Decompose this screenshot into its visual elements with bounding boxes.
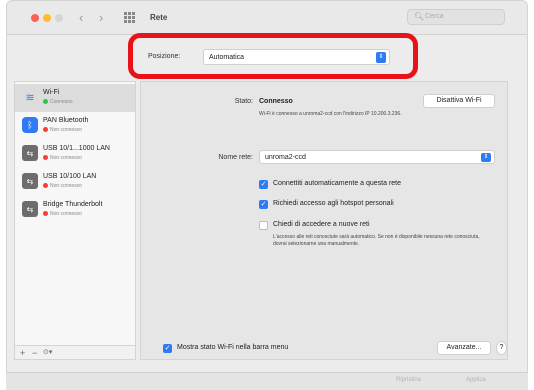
ask-new-networks-label: Chiedi di accedere a nuove reti (273, 221, 370, 228)
add-service-button[interactable]: + (20, 347, 25, 359)
sidebar-item-usb-100-lan[interactable]: ⇆ USB 10/100 LAN Non connesso (15, 168, 135, 196)
ethernet-icon: ⇆ (22, 173, 38, 189)
disable-wifi-button[interactable]: Disattiva Wi-Fi (423, 94, 495, 108)
ethernet-icon: ⇆ (22, 145, 38, 161)
ask-new-networks-note: L'accesso alle reti conosciute sarà auto… (273, 234, 480, 247)
status-note: Wi-Fi è connesso a unroma2-ccd con l'ind… (259, 111, 402, 117)
sidebar-item-label: USB 10/100 LAN (43, 173, 97, 180)
network-name-label: Nome rete: (218, 154, 253, 161)
status-dot (43, 183, 48, 188)
search-field[interactable]: 🔍︎ Cerca (407, 9, 505, 25)
bluetooth-icon: ᛒ (22, 117, 38, 133)
action-menu-button[interactable]: ⊙▾ (43, 347, 52, 359)
sidebar-item-wifi[interactable]: ≋ Wi-Fi Connesso (15, 84, 135, 112)
sidebar-item-status: Connesso (43, 99, 73, 105)
revert-button[interactable]: Ripristina (396, 377, 421, 383)
forward-button[interactable]: › (99, 11, 103, 25)
status-label: Stato: (234, 98, 253, 105)
network-name-value: unroma2-ccd (265, 154, 306, 161)
sidebar-item-bridge-thunderbolt[interactable]: ⇆ Bridge Thunderbolt Non connesso (15, 196, 135, 224)
sidebar-item-status: Non connesso (43, 127, 82, 133)
sidebar-item-label: USB 10/1...1000 LAN (43, 145, 110, 152)
auto-join-checkbox[interactable]: ✓ (259, 180, 268, 189)
remove-service-button[interactable]: − (32, 347, 37, 359)
sidebar-item-pan-bluetooth[interactable]: ᛒ PAN Bluetooth Non connesso (15, 112, 135, 140)
wifi-detail-pane: Stato: Connesso Disattiva Wi-Fi Wi-Fi è … (140, 81, 508, 360)
search-placeholder: Cerca (425, 13, 444, 20)
sidebar-footer: + − ⊙▾ (14, 345, 136, 360)
show-wifi-status-checkbox[interactable]: ✓ (163, 344, 172, 353)
sidebar-item-status: Non connesso (43, 155, 82, 161)
zoom-window-button[interactable] (55, 14, 63, 22)
back-button[interactable]: ‹ (79, 11, 83, 25)
wifi-icon: ≋ (25, 91, 35, 104)
help-button[interactable]: ? (496, 341, 507, 355)
sidebar-item-status: Non connesso (43, 183, 82, 189)
window-title: Rete (150, 13, 168, 22)
status-dot (43, 155, 48, 160)
network-name-select[interactable]: unroma2-ccd ⇕ (259, 150, 495, 164)
network-services-list: ≋ Wi-Fi Connesso ᛒ PAN Bluetooth Non con… (14, 81, 136, 360)
search-icon: 🔍︎ (414, 12, 425, 21)
minimize-window-button[interactable] (43, 14, 51, 22)
sidebar-item-label: Bridge Thunderbolt (43, 201, 103, 208)
advanced-button[interactable]: Avanzate... (437, 341, 491, 355)
chevron-updown-icon: ⇕ (481, 153, 491, 162)
ask-new-networks-checkbox[interactable] (259, 221, 268, 230)
auto-join-label: Connettiti automaticamente a questa rete (273, 180, 402, 187)
show-wifi-status-label: Mostra stato Wi-Fi nella barra menu (177, 344, 289, 351)
status-dot (43, 211, 48, 216)
status-dot (43, 127, 48, 132)
status-dot (43, 99, 48, 104)
highlight-annotation (128, 33, 418, 79)
sidebar-item-status: Non connesso (43, 211, 82, 217)
close-window-button[interactable] (31, 14, 39, 22)
status-value: Connesso (259, 98, 293, 105)
sidebar-item-label: Wi-Fi (43, 89, 60, 96)
ask-hotspot-label: Richiedi accesso agli hotspot personali (273, 200, 394, 207)
ethernet-icon: ⇆ (22, 201, 38, 217)
sidebar-item-usb-1000-lan[interactable]: ⇆ USB 10/1...1000 LAN Non connesso (15, 140, 135, 168)
show-all-grid-icon[interactable] (124, 12, 136, 23)
ask-hotspot-checkbox[interactable]: ✓ (259, 200, 268, 209)
apply-button[interactable]: Applica (466, 377, 486, 383)
title-bar: ‹ › Rete 🔍︎ Cerca (7, 1, 527, 35)
sidebar-item-label: PAN Bluetooth (43, 117, 89, 124)
bottom-bar: Ripristina Applica (6, 372, 528, 390)
